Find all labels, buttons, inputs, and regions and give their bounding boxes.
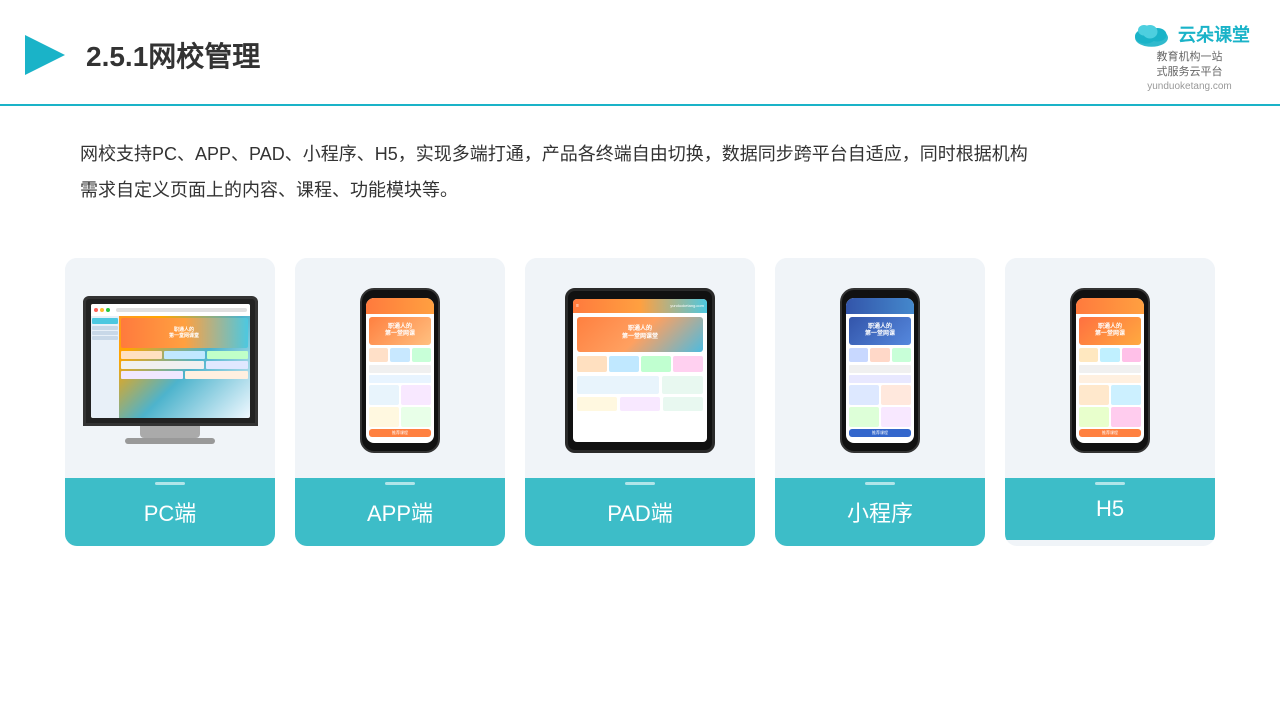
logo-area: 云朵课堂 教育机构一站 式服务云平台 yunduoketang.com bbox=[1129, 18, 1250, 92]
card-pc-image: 职通人的第一堂网课堂 bbox=[65, 258, 275, 478]
header-left: 2.5.1网校管理 bbox=[20, 30, 260, 80]
card-h5-label: H5 bbox=[1005, 478, 1215, 540]
card-pc-label: PC端 bbox=[65, 478, 275, 546]
miniprogram-phone-mockup: 职通人的第一堂网课 bbox=[840, 288, 920, 453]
description-content: 网校支持PC、APP、PAD、小程序、H5，实现多端打通，产品各终端自由切换，数… bbox=[80, 144, 1028, 200]
card-h5: 职通人的第一堂网课 bbox=[1005, 258, 1215, 546]
play-icon bbox=[20, 30, 70, 80]
card-pad-image: ≡ yunduoketang.com 职通人的第一堂网课堂 bbox=[525, 258, 755, 478]
card-miniprogram: 职通人的第一堂网课 bbox=[775, 258, 985, 546]
card-pc: 职通人的第一堂网课堂 bbox=[65, 258, 275, 546]
pc-screen-inner: 职通人的第一堂网课堂 bbox=[91, 304, 250, 418]
card-h5-image: 职通人的第一堂网课 bbox=[1005, 258, 1215, 478]
logo-cloud: 云朵课堂 bbox=[1129, 18, 1250, 50]
card-pad: ≡ yunduoketang.com 职通人的第一堂网课堂 bbox=[525, 258, 755, 546]
pc-screen-outer: 职通人的第一堂网课堂 bbox=[83, 296, 258, 426]
app-phone-mockup: 职通人的第一堂网课 bbox=[360, 288, 440, 453]
description-text: 网校支持PC、APP、PAD、小程序、H5，实现多端打通，产品各终端自由切换，数… bbox=[0, 106, 1280, 218]
pad-mockup: ≡ yunduoketang.com 职通人的第一堂网课堂 bbox=[565, 288, 715, 453]
logo-text: 云朵课堂 bbox=[1178, 21, 1250, 47]
cards-container: 职通人的第一堂网课堂 bbox=[0, 228, 1280, 576]
page-title: 2.5.1网校管理 bbox=[86, 35, 260, 75]
card-miniprogram-image: 职通人的第一堂网课 bbox=[775, 258, 985, 478]
card-pad-label: PAD端 bbox=[525, 478, 755, 546]
card-app: 职通人的第一堂网课 bbox=[295, 258, 505, 546]
logo-url: yunduoketang.com bbox=[1147, 81, 1232, 92]
card-miniprogram-label: 小程序 bbox=[775, 478, 985, 546]
card-app-image: 职通人的第一堂网课 bbox=[295, 258, 505, 478]
cloud-icon bbox=[1129, 18, 1174, 50]
logo-tagline: 教育机构一站 式服务云平台 bbox=[1157, 50, 1223, 81]
card-app-label: APP端 bbox=[295, 478, 505, 546]
h5-phone-mockup: 职通人的第一堂网课 bbox=[1070, 288, 1150, 453]
header: 2.5.1网校管理 云朵课堂 教育机构一站 式服务云平台 yunduoketan… bbox=[0, 0, 1280, 106]
